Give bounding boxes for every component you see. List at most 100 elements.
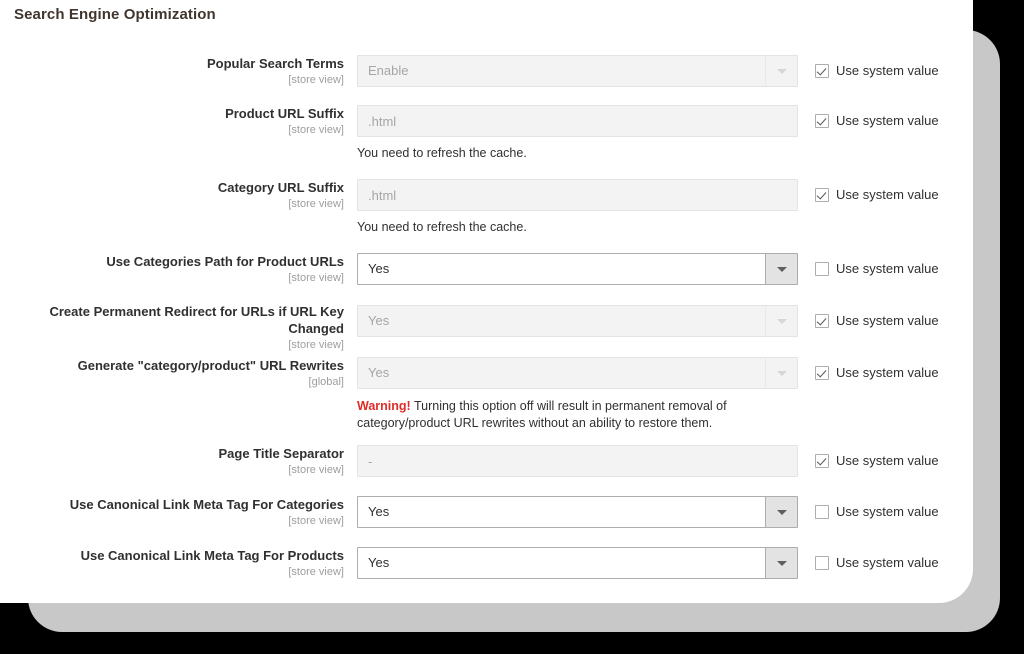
field-row: Use Categories Path for Product URLs [sto…	[0, 253, 973, 305]
checkbox-empty-icon[interactable]	[815, 556, 829, 570]
seo-settings-form: Popular Search Terms [store view] Enable Us…	[0, 55, 973, 598]
field-control-group: Enable	[357, 55, 798, 87]
field-label: Use Canonical Link Meta Tag For Products	[80, 548, 344, 563]
warning-text: Turning this option off will result in p…	[357, 399, 727, 430]
use-system-value-use-categories-path-for-product-urls[interactable]: Use system value	[815, 260, 939, 278]
field-control-group: Yes	[357, 305, 798, 337]
select-generate-category-product-url-rewrites: Yes	[357, 357, 798, 389]
field-control-group: Yes Warning! Turning this option off will…	[357, 357, 798, 432]
field-label: Use Categories Path for Product URLs	[106, 254, 344, 269]
use-system-value-category-url-suffix[interactable]: Use system value	[815, 186, 939, 204]
field-label-group: Use Categories Path for Product URLs [sto…	[0, 253, 344, 285]
caret-glyph	[776, 69, 787, 74]
checkmark-icon[interactable]	[815, 188, 829, 202]
field-control-group: Yes	[357, 547, 798, 579]
chevron-down-icon	[765, 56, 797, 86]
caret-glyph	[776, 561, 787, 566]
field-control-group: Yes	[357, 496, 798, 528]
use-system-value-label: Use system value	[836, 504, 939, 519]
checkmark-icon[interactable]	[815, 366, 829, 380]
use-system-value-use-canonical-link-meta-tag-for-categories[interactable]: Use system value	[815, 503, 939, 521]
field-row: Use Canonical Link Meta Tag For Products…	[0, 547, 973, 598]
checkmark-icon[interactable]	[815, 314, 829, 328]
field-control-group: Yes	[357, 253, 798, 285]
screenshot-viewport: Search Engine Optimization Popular Searc…	[0, 0, 1024, 654]
select-use-canonical-link-meta-tag-for-products[interactable]: Yes	[357, 547, 798, 579]
use-system-value-label: Use system value	[836, 313, 939, 328]
caret-glyph	[776, 267, 787, 272]
caret-glyph	[776, 319, 787, 324]
field-row: Category URL Suffix [store view] You need …	[0, 179, 973, 253]
select-use-canonical-link-meta-tag-for-categories[interactable]: Yes	[357, 496, 798, 528]
page-title: Search Engine Optimization	[14, 6, 216, 23]
checkmark-icon[interactable]	[815, 454, 829, 468]
field-scope-tag: [store view]	[288, 515, 344, 527]
field-label-group: Create Permanent Redirect for URLs if UR…	[0, 303, 344, 352]
field-scope-tag: [store view]	[288, 464, 344, 476]
chevron-down-icon	[765, 358, 797, 388]
field-label: Page Title Separator	[218, 446, 344, 461]
use-system-value-label: Use system value	[836, 187, 939, 202]
chevron-down-icon[interactable]	[765, 254, 797, 284]
field-label-group: Page Title Separator [store view]	[0, 445, 344, 477]
field-label-group: Generate "category/product" URL Rewrites…	[0, 357, 344, 389]
field-row: Create Permanent Redirect for URLs if UR…	[0, 303, 973, 357]
use-system-value-label: Use system value	[836, 63, 939, 78]
field-scope-tag: [store view]	[288, 198, 344, 210]
warning-prefix: Warning!	[357, 399, 411, 413]
field-label-group: Product URL Suffix [store view]	[0, 105, 344, 137]
field-label: Product URL Suffix	[225, 106, 344, 121]
field-row: Generate "category/product" URL Rewrites…	[0, 357, 973, 445]
chevron-down-icon[interactable]	[765, 548, 797, 578]
field-scope-tag: [store view]	[288, 124, 344, 136]
field-scope-tag: [global]	[308, 376, 344, 388]
select-value: Yes	[368, 261, 390, 276]
field-row: Use Canonical Link Meta Tag For Categori…	[0, 496, 973, 547]
checkmark-icon[interactable]	[815, 64, 829, 78]
select-use-categories-path-for-product-urls[interactable]: Yes	[357, 253, 798, 285]
field-label-group: Popular Search Terms [store view]	[0, 55, 344, 87]
field-scope-tag: [store view]	[288, 272, 344, 284]
field-note: You need to refresh the cache.	[357, 146, 527, 160]
field-row: Page Title Separator [store view] Use syst…	[0, 445, 973, 496]
use-system-value-page-title-separator[interactable]: Use system value	[815, 452, 939, 470]
use-system-value-label: Use system value	[836, 555, 939, 570]
field-label: Generate "category/product" URL Rewrites	[77, 358, 344, 373]
field-scope-tag: [store view]	[288, 566, 344, 578]
field-label: Use Canonical Link Meta Tag For Categori…	[69, 497, 344, 512]
select-value: Yes	[368, 365, 390, 380]
field-row: Product URL Suffix [store view] You need t…	[0, 105, 973, 179]
field-label: Popular Search Terms	[206, 56, 344, 71]
use-system-value-use-canonical-link-meta-tag-for-products[interactable]: Use system value	[815, 554, 939, 572]
use-system-value-label: Use system value	[836, 261, 939, 276]
select-value: Enable	[368, 63, 409, 78]
select-value: Yes	[368, 504, 390, 519]
field-label-group: Use Canonical Link Meta Tag For Categori…	[0, 496, 344, 528]
input-category-url-suffix	[357, 179, 798, 211]
chevron-down-icon[interactable]	[765, 497, 797, 527]
checkmark-icon[interactable]	[815, 114, 829, 128]
checkbox-empty-icon[interactable]	[815, 262, 829, 276]
input-page-title-separator	[357, 445, 798, 477]
field-label-group: Category URL Suffix [store view]	[0, 179, 344, 211]
use-system-value-label: Use system value	[836, 113, 939, 128]
field-scope-tag: [store view]	[288, 339, 344, 351]
use-system-value-generate-category-product-url-rewrites[interactable]: Use system value	[815, 364, 939, 382]
field-label: Category URL Suffix	[217, 180, 344, 195]
field-row: Popular Search Terms [store view] Enable Us…	[0, 55, 973, 105]
use-system-value-create-permanent-redirect-for-urls[interactable]: Use system value	[815, 312, 939, 330]
field-label: Create Permanent Redirect for URLs if UR…	[49, 304, 344, 336]
use-system-value-product-url-suffix[interactable]: Use system value	[815, 112, 939, 130]
admin-config-panel: Search Engine Optimization Popular Searc…	[0, 0, 973, 603]
field-note: You need to refresh the cache.	[357, 220, 527, 234]
caret-glyph	[776, 371, 787, 376]
use-system-value-popular-search-terms[interactable]: Use system value	[815, 62, 939, 80]
caret-glyph	[776, 510, 787, 515]
checkbox-empty-icon[interactable]	[815, 505, 829, 519]
field-scope-tag: [store view]	[288, 74, 344, 86]
field-warning: Warning! Turning this option off will re…	[357, 398, 798, 432]
use-system-value-label: Use system value	[836, 365, 939, 380]
select-value: Yes	[368, 313, 390, 328]
select-create-permanent-redirect-for-urls: Yes	[357, 305, 798, 337]
field-control-group: You need to refresh the cache.	[357, 105, 798, 162]
